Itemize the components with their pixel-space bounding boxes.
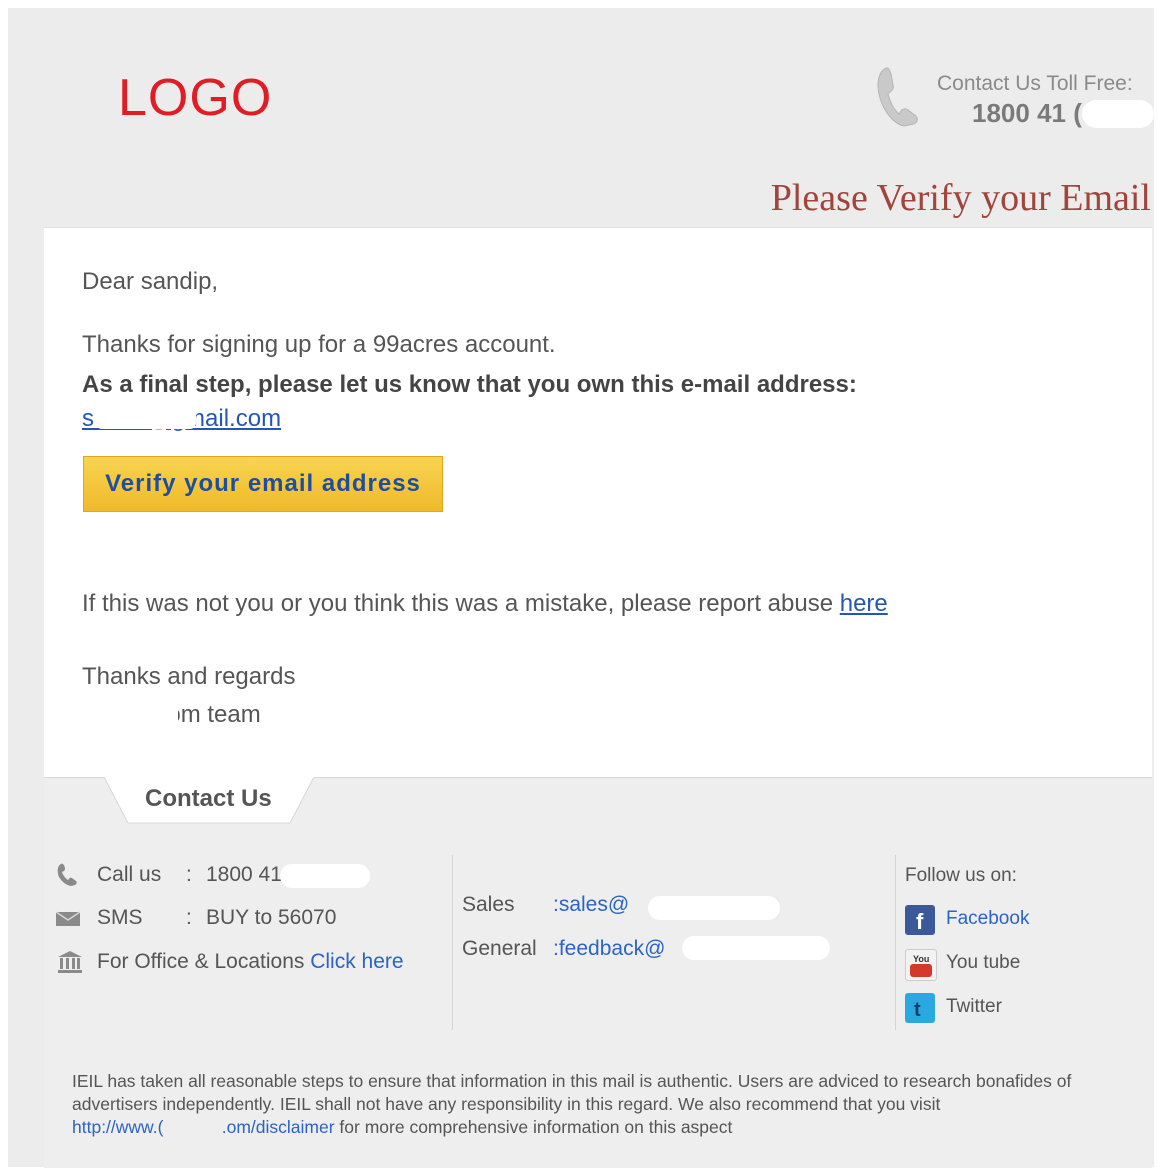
sms-value: BUY to 56070 bbox=[206, 906, 337, 929]
building-icon bbox=[58, 951, 82, 973]
svg-text:t: t bbox=[914, 999, 921, 1021]
thanks-line: Thanks for signing up for a 99acres acco… bbox=[82, 331, 556, 358]
redaction bbox=[82, 700, 178, 726]
greeting: Dear sandip, bbox=[82, 268, 219, 295]
contact-us-tab: Contact Us bbox=[145, 785, 272, 812]
verify-email-button[interactable]: Verify your email address bbox=[83, 456, 443, 512]
twitter-icon[interactable]: t bbox=[905, 993, 935, 1023]
svg-text:You: You bbox=[913, 954, 929, 964]
facebook-link[interactable]: Facebook bbox=[946, 908, 1029, 930]
sms-sep: : bbox=[186, 906, 192, 929]
youtube-icon[interactable]: You bbox=[905, 949, 937, 981]
final-step-text: As a final step, please let us know that… bbox=[82, 371, 857, 398]
general-email-link[interactable]: :feedback@ bbox=[553, 937, 665, 961]
call-us-label: Call us bbox=[97, 863, 162, 886]
toll-free-number: 1800 41 ( bbox=[972, 98, 1082, 128]
logo: LOGO bbox=[118, 69, 273, 127]
disclaimer-link[interactable]: http://www.( .om/disclaimer bbox=[72, 1117, 335, 1137]
footer-divider bbox=[452, 855, 453, 1030]
office-click-here-link[interactable]: Click here bbox=[310, 950, 403, 973]
disclaimer: IEIL has taken all reasonable steps to e… bbox=[72, 1070, 1132, 1139]
call-us-sep: : bbox=[186, 863, 192, 886]
sms-label: SMS bbox=[97, 906, 143, 929]
redaction bbox=[682, 936, 830, 960]
disclaimer-text: IEIL has taken all reasonable steps to e… bbox=[72, 1071, 1072, 1114]
signoff: Thanks and regards bbox=[82, 663, 296, 690]
redaction bbox=[1082, 100, 1154, 128]
toll-free-label: Contact Us Toll Free: bbox=[937, 72, 1133, 95]
disclaimer-text-end: for more comprehensive information on th… bbox=[334, 1117, 733, 1137]
footer-divider bbox=[895, 855, 896, 1030]
abuse-text: If this was not you or you think this wa… bbox=[82, 590, 888, 618]
redaction bbox=[96, 403, 196, 429]
envelope-icon bbox=[56, 911, 80, 926]
phone-icon bbox=[57, 863, 77, 886]
page-title: Please Verify your Email bbox=[770, 177, 1151, 219]
abuse-text-body: If this was not you or you think this wa… bbox=[82, 590, 840, 617]
office-locations: For Office & Locations Click here bbox=[97, 950, 404, 974]
general-label: General bbox=[462, 937, 537, 960]
sales-email-link[interactable]: :sales@ bbox=[553, 893, 629, 917]
phone-icon bbox=[877, 67, 918, 127]
sales-label: Sales bbox=[462, 893, 515, 916]
facebook-icon[interactable]: f bbox=[905, 905, 935, 935]
office-text: For Office & Locations bbox=[97, 950, 305, 973]
svg-text:f: f bbox=[916, 909, 924, 934]
follow-us-label: Follow us on: bbox=[905, 865, 1017, 886]
report-abuse-link[interactable]: here bbox=[840, 590, 888, 617]
redaction bbox=[280, 864, 370, 888]
redaction bbox=[648, 896, 780, 920]
call-us-number: 1800 41 bbox=[206, 863, 282, 886]
twitter-link[interactable]: Twitter bbox=[946, 996, 1002, 1018]
youtube-link[interactable]: You tube bbox=[946, 952, 1020, 974]
